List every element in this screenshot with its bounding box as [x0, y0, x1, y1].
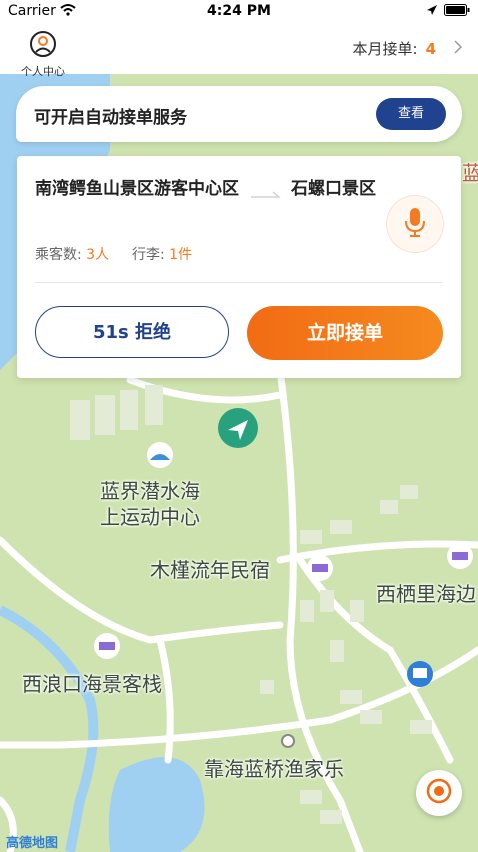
route-arrow-icon	[251, 184, 283, 203]
location-arrow-icon	[426, 4, 438, 20]
order-card: 南湾鳄鱼山景区游客中心区 石螺口景区 乘客数: 3人 行李: 1件 51s 拒绝…	[17, 156, 461, 378]
poi-label-mujin-homestay[interactable]: 木槿流年民宿	[150, 557, 270, 583]
profile-button[interactable]: 个人中心	[14, 30, 72, 79]
voice-button[interactable]	[387, 196, 443, 252]
accept-button[interactable]: 立即接单	[247, 306, 443, 360]
poi-label-edge[interactable]: 蓝	[462, 160, 478, 186]
order-meta: 乘客数: 3人 行李: 1件	[35, 244, 192, 264]
target-icon	[426, 778, 452, 808]
monthly-orders-count: 4	[425, 39, 436, 58]
poi-label-diving-center[interactable]: 蓝界潜水海 上运动中心	[100, 478, 200, 530]
route-origin: 南湾鳄鱼山景区游客中心区	[35, 179, 239, 199]
auto-accept-banner: 可开启自动接单服务 查看	[16, 86, 462, 142]
view-button[interactable]: 查看	[376, 98, 446, 130]
chevron-right-icon	[454, 39, 463, 58]
passengers-value: 3人	[86, 247, 110, 263]
user-icon	[29, 31, 57, 62]
poi-label-kaohai-fishing[interactable]: 靠海蓝桥渔家乐	[204, 756, 344, 782]
locate-button[interactable]	[416, 770, 462, 816]
status-bar: Carrier 4:24 PM	[0, 0, 478, 24]
auto-accept-text: 可开启自动接单服务	[34, 108, 187, 128]
top-header: 个人中心 本月接单: 4	[0, 24, 478, 78]
microphone-icon	[404, 207, 426, 241]
monthly-orders-label: 本月接单:	[352, 40, 418, 58]
map-logo: 高德地图	[6, 836, 59, 851]
battery-icon	[444, 4, 470, 20]
monthly-orders[interactable]: 本月接单: 4	[353, 38, 463, 59]
route-destination: 石螺口景区	[291, 179, 376, 199]
poi-label-xiqili[interactable]: 西栖里海边	[376, 581, 478, 607]
profile-label: 个人中心	[21, 65, 65, 78]
reject-button[interactable]: 51s 拒绝	[35, 306, 229, 358]
luggage-label: 行李:	[132, 247, 165, 263]
passengers-label: 乘客数:	[35, 247, 82, 263]
divider	[35, 282, 443, 283]
luggage-value: 1件	[169, 247, 193, 263]
poi-label-xilangkou-inn[interactable]: 西浪口海景客栈	[22, 671, 162, 697]
clock: 4:24 PM	[207, 3, 271, 19]
